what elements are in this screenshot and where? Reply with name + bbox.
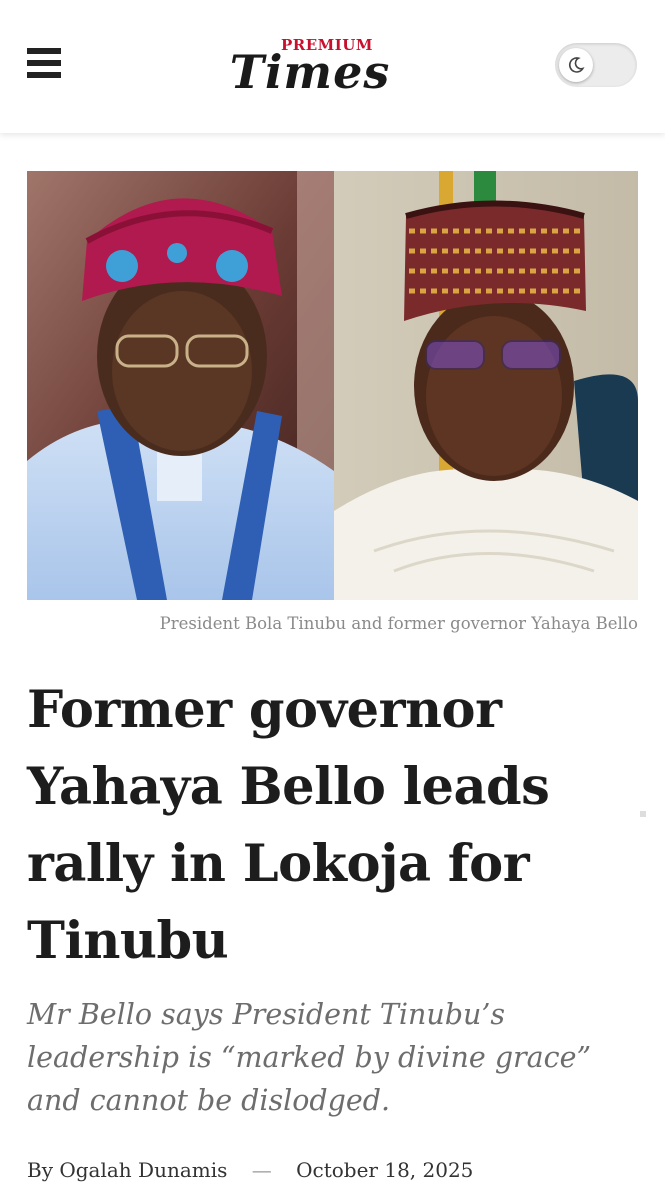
logo-times-text: Times <box>229 45 391 99</box>
byline-separator: — <box>251 1158 272 1182</box>
dark-mode-toggle[interactable] <box>555 43 637 87</box>
hamburger-menu-icon[interactable] <box>27 48 61 78</box>
photo-yahaya-bello <box>334 171 638 600</box>
article-hero-image <box>27 171 638 600</box>
byline-prefix: By <box>27 1158 53 1182</box>
image-caption: President Bola Tinubu and former governo… <box>159 614 638 633</box>
photo-bola-tinubu <box>27 171 334 600</box>
site-header: PREMIUM Times <box>0 0 665 133</box>
site-logo[interactable]: PREMIUM Times <box>215 36 405 100</box>
article-byline: By Ogalah Dunamis — October 18, 2025 <box>27 1158 647 1182</box>
moon-icon <box>568 57 585 73</box>
article-headline: Former governor Yahaya Bello leads rally… <box>27 680 550 971</box>
article-subheadline: Mr Bello says President Tinubu’s leaders… <box>27 998 592 1117</box>
toggle-knob <box>559 48 593 82</box>
scroll-indicator <box>640 811 646 817</box>
publish-date: October 18, 2025 <box>296 1158 474 1182</box>
author-link[interactable]: Ogalah Dunamis <box>59 1158 227 1182</box>
